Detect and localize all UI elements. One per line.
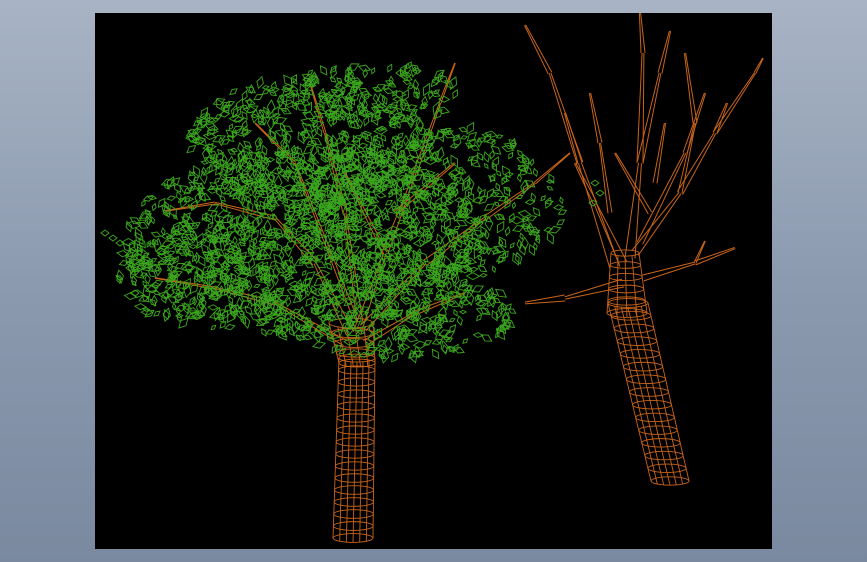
leafy-tree-foliage <box>100 61 605 364</box>
bare-tree-wireframe <box>524 13 764 486</box>
wireframe-scene <box>100 13 764 543</box>
cad-viewport[interactable] <box>95 13 772 549</box>
